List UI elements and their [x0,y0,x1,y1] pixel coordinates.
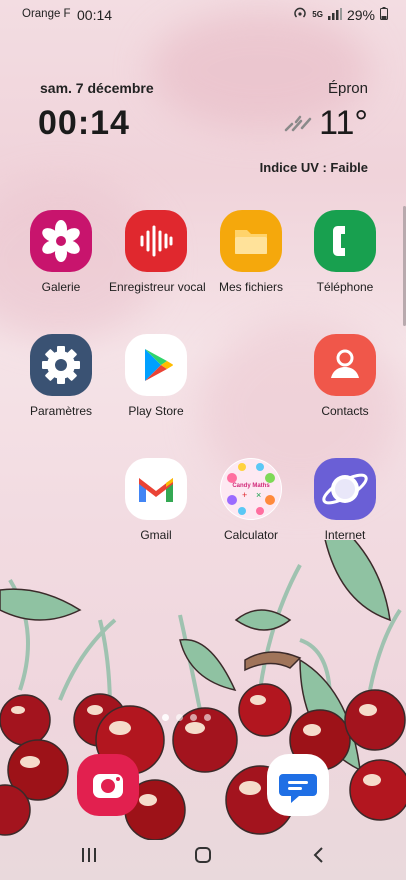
files-icon [220,210,282,272]
app-voice-recorder[interactable]: Enregistreur vocal [109,210,206,294]
app-internet[interactable]: Internet [298,458,392,542]
app-phone[interactable]: Téléphone [298,210,392,294]
svg-text:×: × [256,490,261,500]
hotspot-icon [293,6,307,23]
status-bar: Orange F 00:14 5G 29% [0,0,406,30]
navigation-bar [0,834,406,880]
widget-clock: 00:14 [38,104,130,142]
app-my-files[interactable]: Mes fichiers [204,210,298,294]
gmail-icon [125,458,187,520]
app-label: Mes fichiers [218,280,283,294]
fog-icon [284,114,314,139]
play-store-icon [125,334,187,396]
battery-icon [380,6,388,23]
page-indicator[interactable] [162,714,211,721]
network-label: 5G [312,9,323,19]
status-time: 00:14 [77,7,113,23]
voice-recorder-icon [125,210,187,272]
battery-level: 29% [346,6,375,23]
home-button[interactable] [194,846,212,869]
recent-apps-button[interactable] [80,846,98,869]
internet-icon [314,458,376,520]
widget-city: Épron [327,80,368,97]
widget-date: sam. 7 décembre [40,80,154,96]
contacts-icon [314,334,376,396]
back-button[interactable] [310,846,328,869]
page-dot [190,714,197,721]
messages-icon [267,754,329,816]
app-label: Contacts [321,404,369,418]
page-dot [176,714,183,721]
app-calculator[interactable]: Candy Maths + × Calculator [204,458,298,542]
widget-temperature: 11° [319,104,368,142]
widget-uv-index: Indice UV : Faible [259,160,368,175]
dock-camera[interactable] [61,754,155,816]
carrier-name: Orange F [22,8,71,20]
app-contacts[interactable]: Contacts [298,334,392,418]
gallery-icon [30,210,92,272]
app-label: Téléphone [316,280,374,294]
settings-icon [30,334,92,396]
app-label: Galerie [41,280,81,294]
signal-icon [327,7,342,23]
svg-text:+: + [242,490,247,500]
camera-icon [77,754,139,816]
app-gmail[interactable]: Gmail [109,458,203,542]
app-label: Enregistreur vocal [109,280,206,294]
app-label: Paramètres [29,404,93,418]
page-dot [204,714,211,721]
dock-messages[interactable] [251,754,345,816]
calculator-icon: Candy Maths + × [220,458,282,520]
app-play-store[interactable]: Play Store [109,334,203,418]
app-settings[interactable]: Paramètres [14,334,108,418]
page-dot [162,714,169,721]
phone-icon [314,210,376,272]
calculator-icon-text: Candy Maths [232,483,270,489]
app-label: Play Store [128,404,184,418]
app-gallery[interactable]: Galerie [14,210,108,294]
